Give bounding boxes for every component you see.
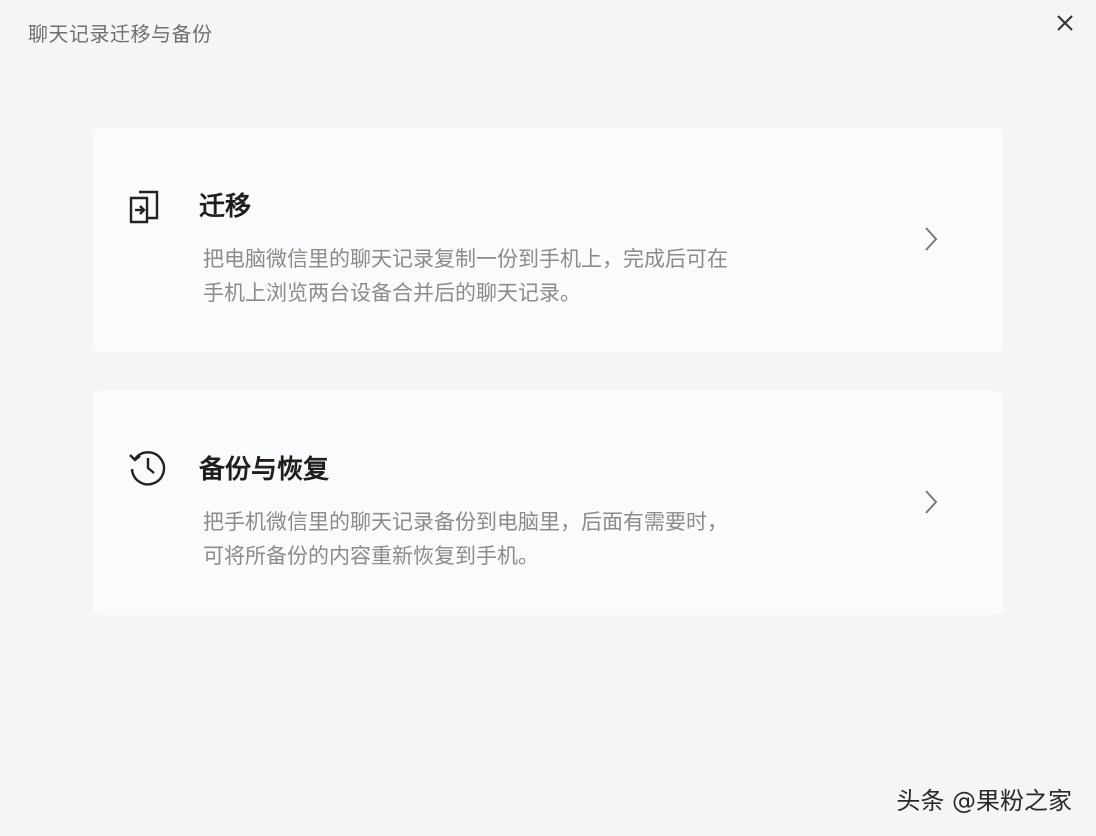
backup-desc-line2: 可将所备份的内容重新恢复到手机。: [203, 544, 539, 568]
migration-backup-window: 聊天记录迁移与备份 迁移 把电脑微信里的聊天记录复制一份到手机上，完成后可在 手…: [0, 0, 1096, 836]
backup-description: 把手机微信里的聊天记录备份到电脑里，后面有需要时， 可将所备份的内容重新恢复到手…: [203, 505, 823, 573]
backup-restore-card[interactable]: 备份与恢复 把手机微信里的聊天记录备份到电脑里，后面有需要时， 可将所备份的内容…: [93, 391, 1002, 615]
migrate-description: 把电脑微信里的聊天记录复制一份到手机上，完成后可在 手机上浏览两台设备合并后的聊…: [203, 242, 823, 310]
import-arrow-icon: [129, 190, 159, 224]
chevron-right-icon: [925, 490, 938, 514]
migrate-desc-line2: 手机上浏览两台设备合并后的聊天记录。: [203, 281, 581, 305]
migrate-card[interactable]: 迁移 把电脑微信里的聊天记录复制一份到手机上，完成后可在 手机上浏览两台设备合并…: [93, 128, 1002, 352]
window-title: 聊天记录迁移与备份: [28, 22, 213, 46]
chevron-right-icon: [925, 227, 938, 251]
backup-desc-line1: 把手机微信里的聊天记录备份到电脑里，后面有需要时，: [203, 510, 728, 534]
watermark: 头条 @果粉之家: [896, 787, 1072, 815]
backup-title: 备份与恢复: [199, 455, 330, 485]
migrate-title: 迁移: [199, 192, 252, 222]
close-icon: [1057, 15, 1073, 31]
close-button[interactable]: [1052, 10, 1078, 36]
history-clock-icon: [129, 451, 166, 486]
migrate-desc-line1: 把电脑微信里的聊天记录复制一份到手机上，完成后可在: [203, 247, 728, 271]
